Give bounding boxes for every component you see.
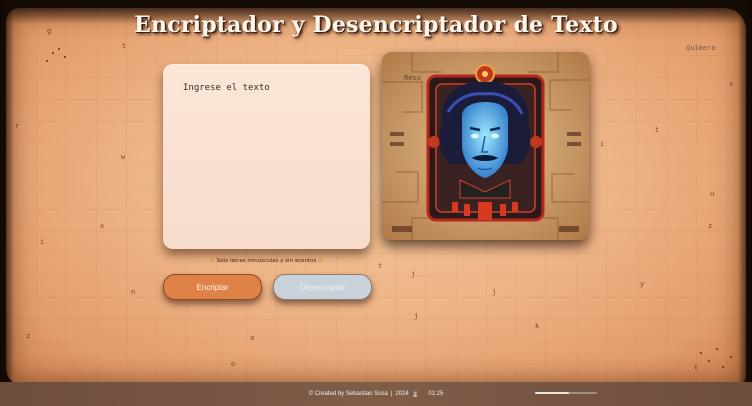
decor-letter: r — [15, 122, 20, 130]
decor-letter: x — [729, 80, 734, 88]
corner-watermark-word: Quimera — [686, 44, 716, 52]
input-warning: ⚠ Solo letras minúsculas y sin acentos ⚠ — [163, 258, 370, 264]
warning-icon: ⚠ — [318, 258, 324, 264]
decor-letter: n — [131, 288, 136, 296]
burnt-left-edge — [0, 0, 14, 406]
audio-progress-fill — [535, 392, 570, 394]
footer-credit: © Created by Sebastian Sosa — [308, 391, 388, 397]
decor-letter: t — [694, 364, 699, 372]
audio-progress-slider[interactable] — [535, 392, 597, 394]
decor-letter: j — [492, 288, 497, 296]
decor-letter: i — [600, 140, 605, 148]
decor-letter: i — [40, 238, 45, 246]
decor-splatter — [730, 356, 732, 358]
footer-year: 2024 — [395, 391, 409, 397]
encrypt-button[interactable]: Encriptar — [163, 274, 262, 300]
parchment-background — [6, 8, 746, 386]
decor-letter: o — [231, 360, 236, 368]
decor-splatter — [708, 360, 710, 362]
decor-splatter — [700, 352, 702, 354]
decor-letter: y — [640, 280, 645, 288]
text-input-card — [163, 64, 370, 249]
footer: © Created by Sebastian Sosa | 2024 ⌛ 01:… — [0, 382, 752, 406]
text-input[interactable] — [163, 64, 370, 249]
decor-splatter — [58, 48, 60, 50]
decor-splatter — [716, 348, 718, 350]
decor-letter: k — [535, 322, 540, 330]
decor-letter: z — [26, 332, 31, 340]
decor-letter: x — [100, 222, 105, 230]
decor-letter: u — [710, 190, 715, 198]
decrypt-button[interactable]: Desencriptar — [273, 274, 372, 300]
decor-letter: w — [121, 153, 126, 161]
decor-splatter — [52, 52, 54, 54]
result-panel: Resu — [382, 52, 589, 240]
footer-separator: | — [390, 391, 393, 397]
warning-text: Solo letras minúsculas y sin acentos — [216, 258, 317, 264]
decor-letter: a — [250, 334, 255, 342]
burnt-right-edge — [738, 0, 752, 406]
footer-time: 01:25 — [428, 391, 444, 397]
decor-splatter — [46, 60, 48, 62]
decor-letter: z — [708, 222, 713, 230]
result-placeholder-text: Resu — [404, 74, 421, 82]
decor-letter: j — [411, 270, 416, 278]
decor-letter: t — [378, 262, 383, 270]
decor-splatter — [722, 366, 724, 368]
decor-letter: j — [414, 312, 419, 320]
decor-letter: t — [655, 126, 660, 134]
page-title: Encriptador y Desencriptador de Texto — [134, 12, 618, 38]
hourglass-icon: ⌛ — [411, 391, 420, 398]
decor-letter: t — [122, 42, 127, 50]
decor-splatter — [64, 56, 66, 58]
warning-icon: ⚠ — [209, 258, 215, 264]
